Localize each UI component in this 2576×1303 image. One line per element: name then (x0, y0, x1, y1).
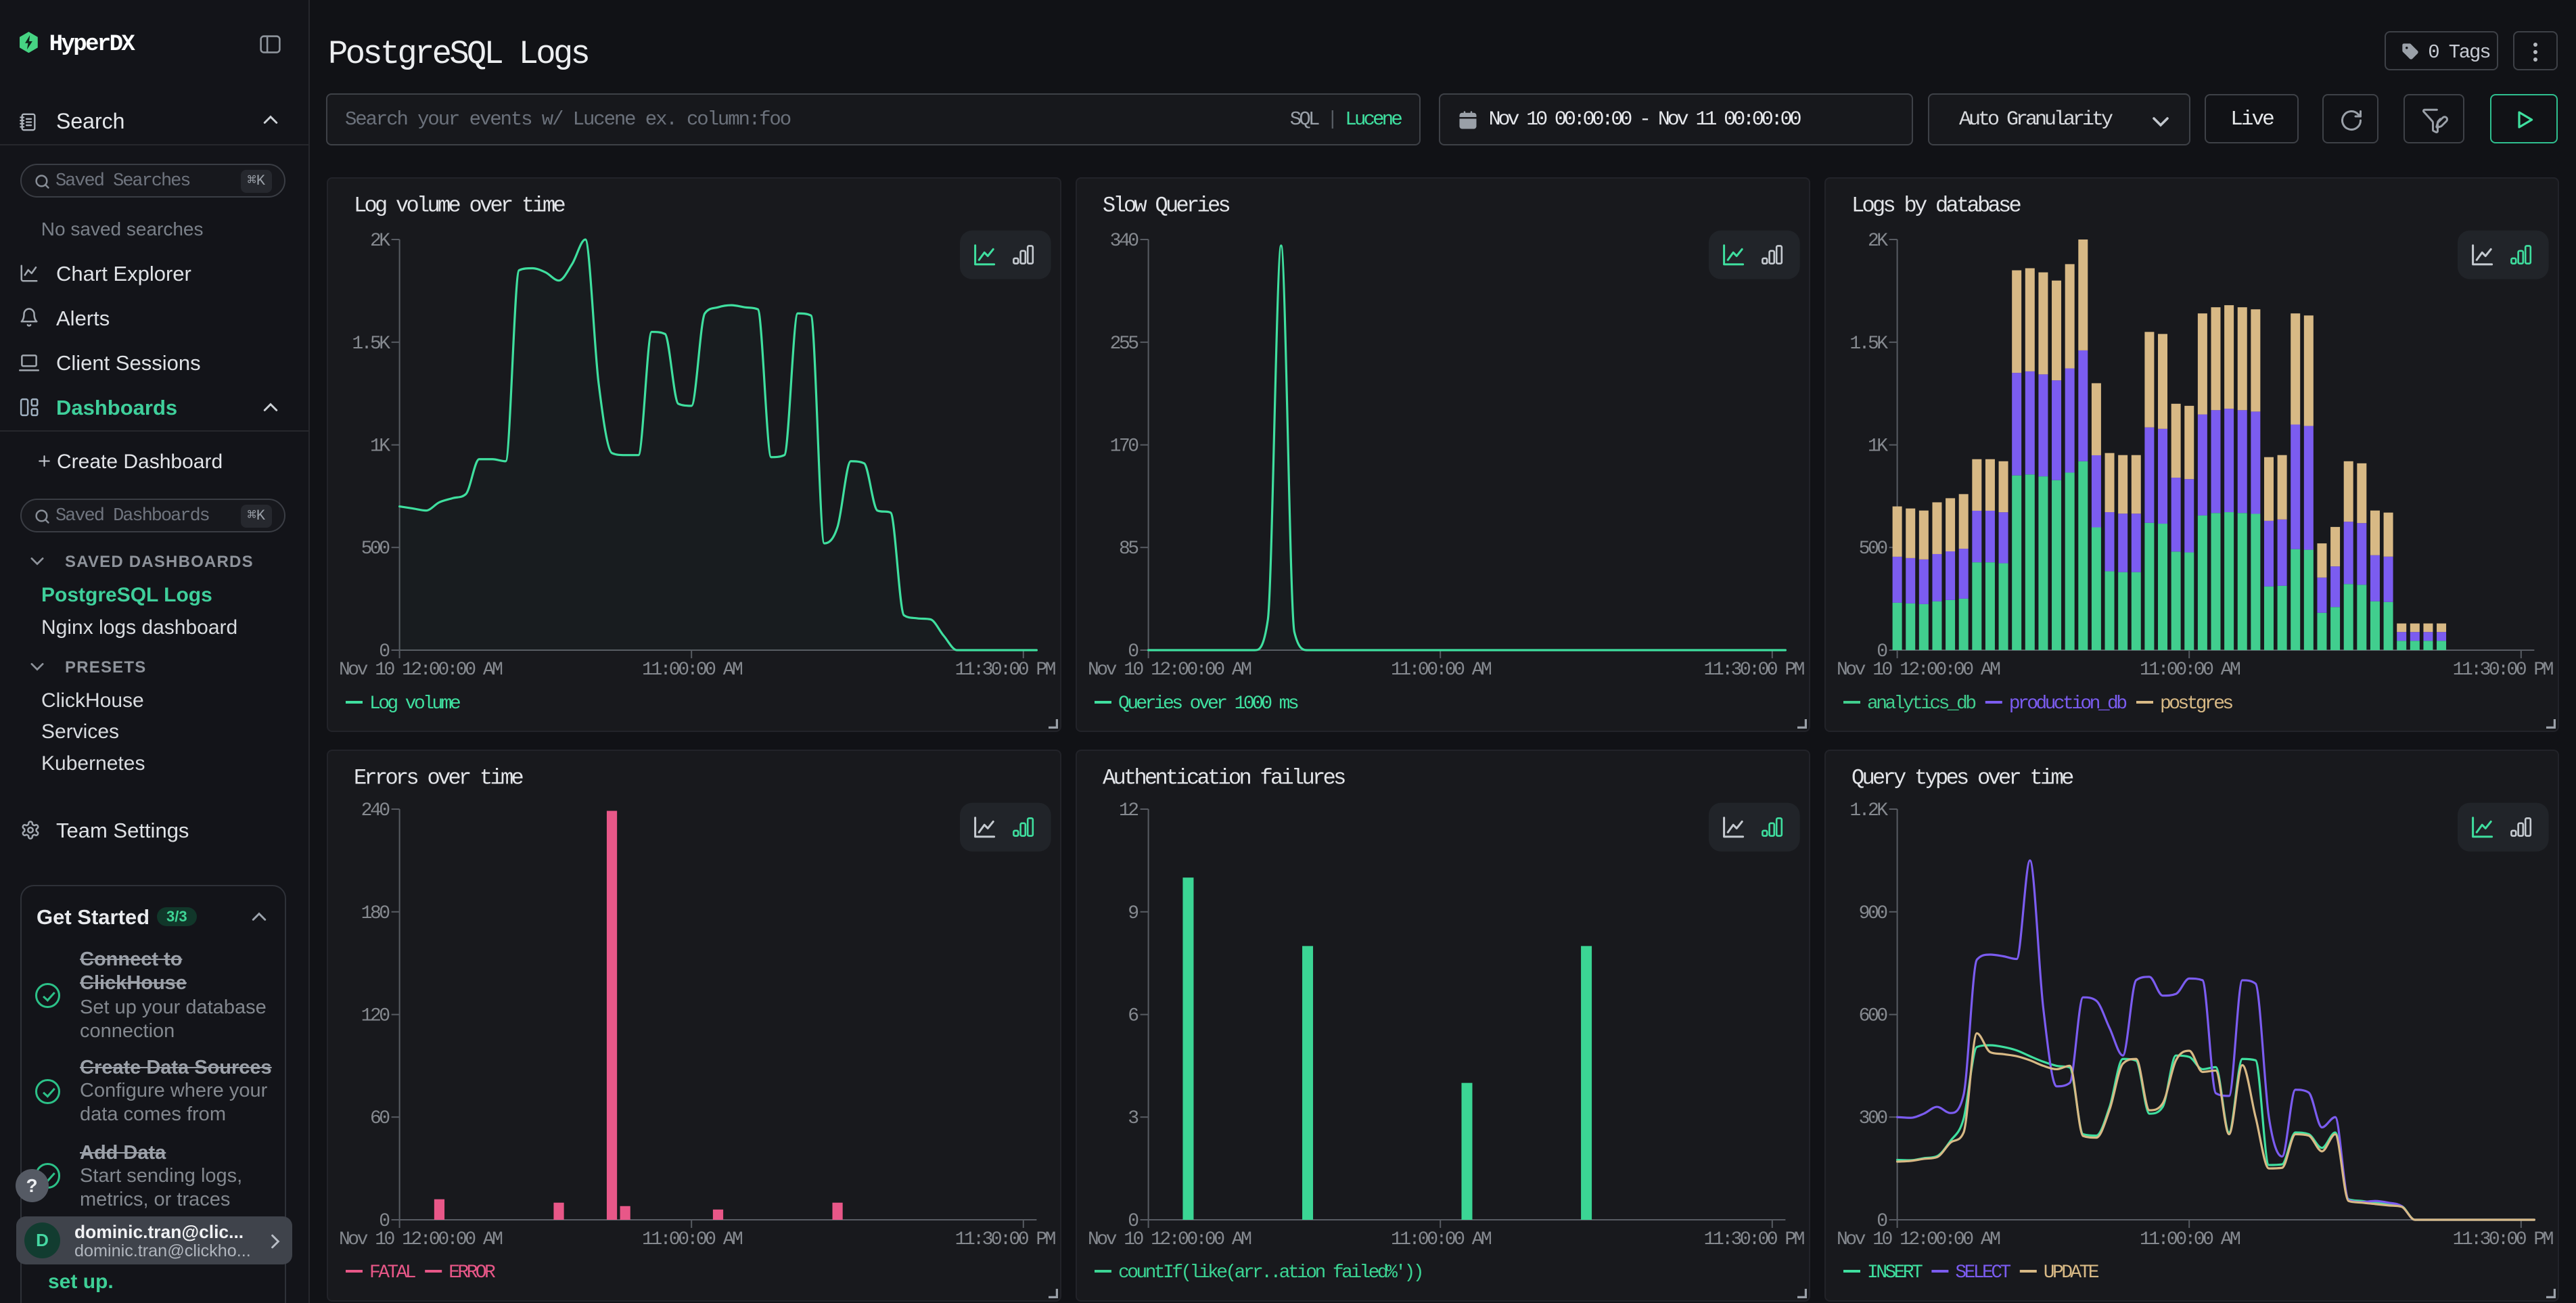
svg-text:11:30:00 PM: 11:30:00 PM (1703, 1229, 1804, 1250)
svg-text:Query types over time: Query types over time (1852, 766, 2073, 791)
svg-text:Logs by database: Logs by database (1852, 193, 2021, 219)
svg-text:11:30:00 PM: 11:30:00 PM (954, 1229, 1055, 1250)
svg-text:11:00:00 AM: 11:00:00 AM (2140, 660, 2240, 681)
svg-text:1.5K: 1.5K (352, 334, 390, 355)
svg-text:240: 240 (361, 800, 390, 821)
svg-text:170: 170 (1109, 436, 1138, 457)
svg-text:60: 60 (370, 1108, 390, 1129)
svg-text:Authentication failures: Authentication failures (1103, 766, 1345, 791)
svg-text:6: 6 (1128, 1005, 1138, 1026)
svg-text:Nov 10 12:00:00 AM: Nov 10 12:00:00 AM (1837, 660, 2000, 681)
svg-text:2K: 2K (1868, 231, 1888, 252)
svg-text:85: 85 (1119, 539, 1138, 559)
svg-text:Log volume over time: Log volume over time (354, 193, 566, 219)
svg-text:INSERT: INSERT (1867, 1262, 1923, 1283)
svg-text:500: 500 (1858, 539, 1887, 559)
svg-text:Log volume: Log volume (369, 693, 460, 714)
svg-text:900: 900 (1858, 903, 1887, 924)
svg-text:production_db: production_db (2008, 693, 2125, 714)
svg-text:1K: 1K (370, 436, 390, 457)
svg-text:FATAL: FATAL (369, 1262, 416, 1283)
svg-text:Errors over time: Errors over time (354, 766, 524, 791)
svg-text:12: 12 (1119, 800, 1138, 821)
svg-text:600: 600 (1858, 1005, 1887, 1026)
svg-text:11:00:00 AM: 11:00:00 AM (642, 660, 743, 681)
svg-text:11:30:00 PM: 11:30:00 PM (2452, 660, 2553, 681)
svg-text:UPDATE: UPDATE (2043, 1262, 2098, 1283)
svg-text:500: 500 (361, 539, 390, 559)
svg-text:11:00:00 AM: 11:00:00 AM (1391, 660, 1492, 681)
svg-text:2K: 2K (370, 231, 390, 252)
svg-text:1K: 1K (1868, 436, 1888, 457)
svg-text:1.5K: 1.5K (1849, 334, 1888, 355)
svg-text:11:00:00 AM: 11:00:00 AM (1391, 1229, 1492, 1250)
svg-text:Nov 10 12:00:00 AM: Nov 10 12:00:00 AM (1088, 660, 1251, 681)
svg-text:11:00:00 AM: 11:00:00 AM (2140, 1229, 2240, 1250)
svg-text:300: 300 (1858, 1108, 1887, 1129)
svg-text:11:30:00 PM: 11:30:00 PM (1703, 660, 1804, 681)
svg-text:ERROR: ERROR (448, 1262, 496, 1283)
svg-text:1.2K: 1.2K (1849, 800, 1888, 821)
svg-text:analytics_db: analytics_db (1867, 693, 1975, 714)
svg-text:120: 120 (361, 1005, 390, 1026)
svg-text:180: 180 (361, 903, 390, 924)
svg-text:Nov 10 12:00:00 AM: Nov 10 12:00:00 AM (339, 1229, 503, 1250)
svg-text:Nov 10 12:00:00 AM: Nov 10 12:00:00 AM (339, 660, 503, 681)
svg-text:Nov 10 12:00:00 AM: Nov 10 12:00:00 AM (1837, 1229, 2000, 1250)
svg-text:3: 3 (1128, 1108, 1138, 1129)
svg-text:postgres: postgres (2160, 693, 2232, 714)
svg-text:11:30:00 PM: 11:30:00 PM (2452, 1229, 2553, 1250)
svg-text:Slow Queries: Slow Queries (1103, 193, 1230, 219)
svg-text:Queries over 1000 ms: Queries over 1000 ms (1118, 693, 1298, 714)
svg-text:11:30:00 PM: 11:30:00 PM (954, 660, 1055, 681)
svg-text:countIf(like(arr..ation failed: countIf(like(arr..ation failed%')) (1118, 1262, 1422, 1283)
svg-text:SELECT: SELECT (1955, 1262, 2010, 1283)
svg-text:9: 9 (1128, 903, 1138, 924)
svg-text:255: 255 (1109, 334, 1138, 355)
svg-text:340: 340 (1109, 231, 1138, 252)
svg-text:Nov 10 12:00:00 AM: Nov 10 12:00:00 AM (1088, 1229, 1251, 1250)
svg-text:11:00:00 AM: 11:00:00 AM (642, 1229, 743, 1250)
